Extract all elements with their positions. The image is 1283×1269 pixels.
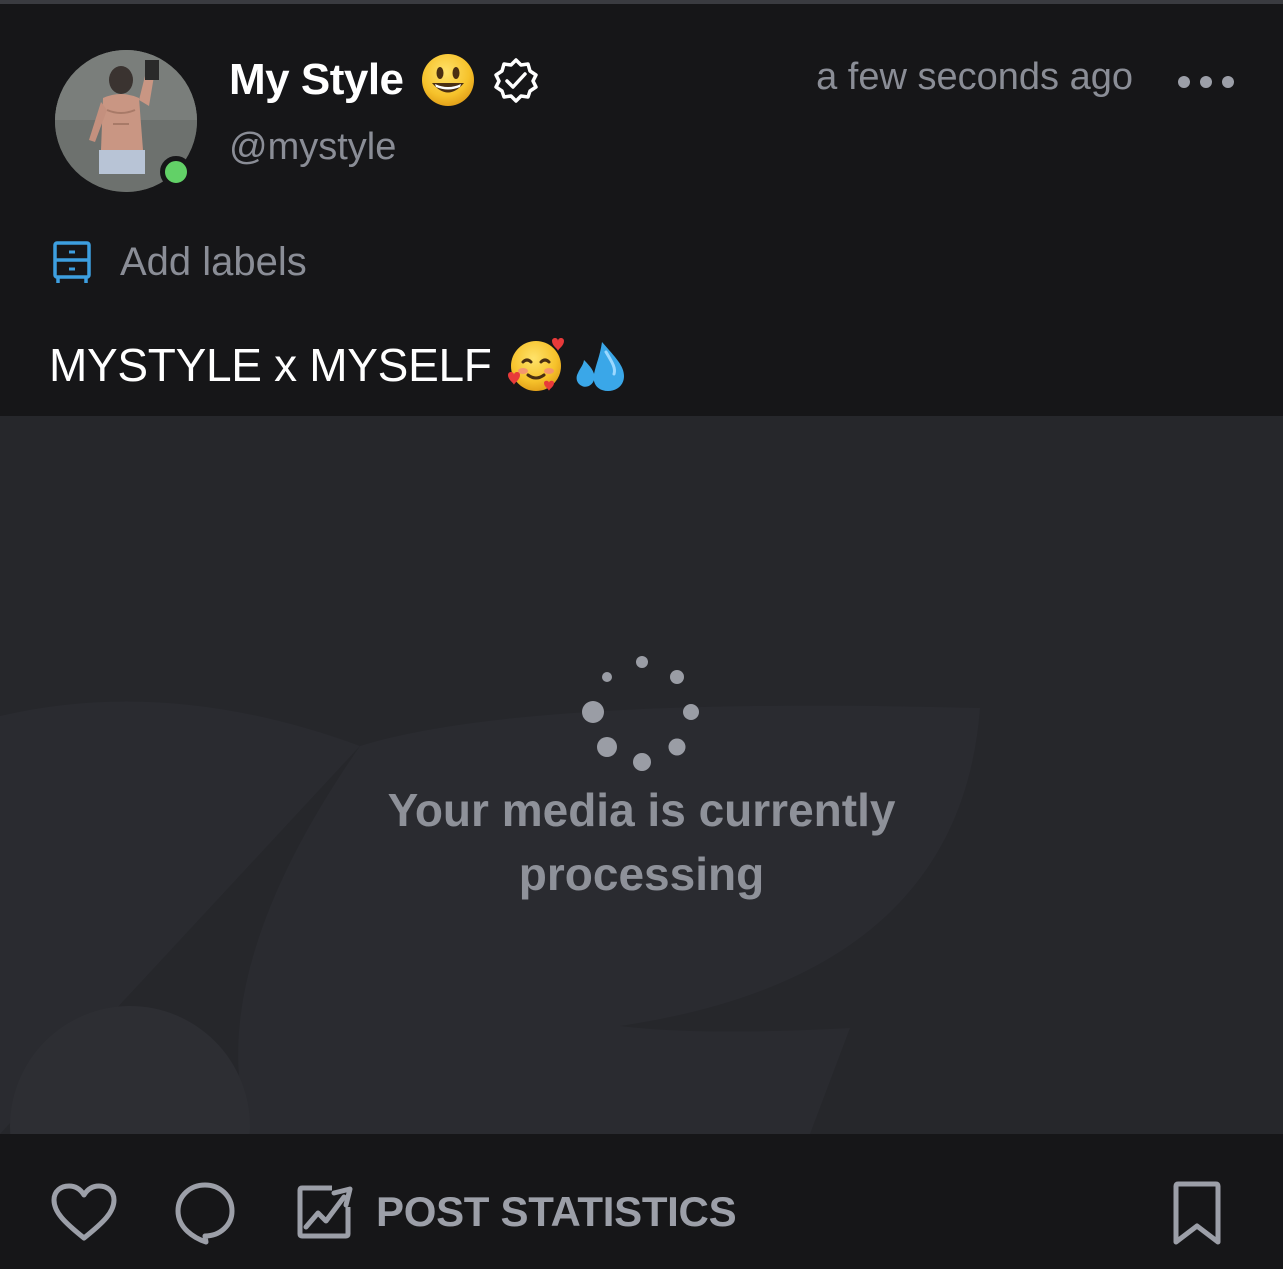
dresser-icon bbox=[53, 241, 91, 283]
post-statistics-button[interactable]: POST STATISTICS bbox=[296, 1182, 737, 1242]
smiling-face-emoji bbox=[421, 54, 474, 106]
online-status-dot bbox=[160, 156, 192, 188]
author-username[interactable]: @mystyle bbox=[229, 126, 396, 169]
post-actions-bar: POST STATISTICS bbox=[0, 1134, 1283, 1269]
chart-image-icon bbox=[297, 1185, 353, 1239]
add-labels-label: Add labels bbox=[120, 239, 307, 284]
processing-line-1: Your media is currently bbox=[387, 784, 896, 836]
add-labels-button[interactable]: Add labels bbox=[50, 236, 307, 288]
post-timestamp: a few seconds ago bbox=[816, 56, 1133, 98]
bookmark-icon[interactable] bbox=[1168, 1180, 1226, 1246]
verified-badge-icon bbox=[493, 58, 538, 103]
smiling-face-with-hearts-emoji bbox=[507, 338, 564, 391]
author-display-name[interactable]: My Style bbox=[229, 55, 404, 105]
top-divider bbox=[0, 0, 1283, 4]
post-card: My Style @mystyle a few seconds ago Add … bbox=[0, 0, 1283, 1269]
comment-icon[interactable] bbox=[172, 1180, 238, 1246]
post-caption: MYSTYLE x MYSELF bbox=[49, 334, 630, 396]
media-placeholder[interactable]: Your media is currently processing bbox=[0, 416, 1283, 1134]
caption-text: MYSTYLE x MYSELF bbox=[49, 339, 492, 391]
loading-spinner-icon bbox=[582, 656, 699, 771]
post-statistics-label: POST STATISTICS bbox=[376, 1188, 737, 1235]
heart-icon[interactable] bbox=[50, 1182, 118, 1244]
processing-line-2: processing bbox=[518, 848, 765, 900]
sweat-droplets-emoji bbox=[576, 342, 624, 391]
more-dot-icon bbox=[1178, 76, 1190, 88]
more-dot-icon bbox=[1222, 76, 1234, 88]
author-name-row: My Style bbox=[229, 50, 540, 110]
more-dot-icon bbox=[1200, 76, 1212, 88]
processing-status-text: Your media is currently processing bbox=[0, 778, 1283, 906]
more-options-button[interactable] bbox=[1178, 64, 1234, 100]
